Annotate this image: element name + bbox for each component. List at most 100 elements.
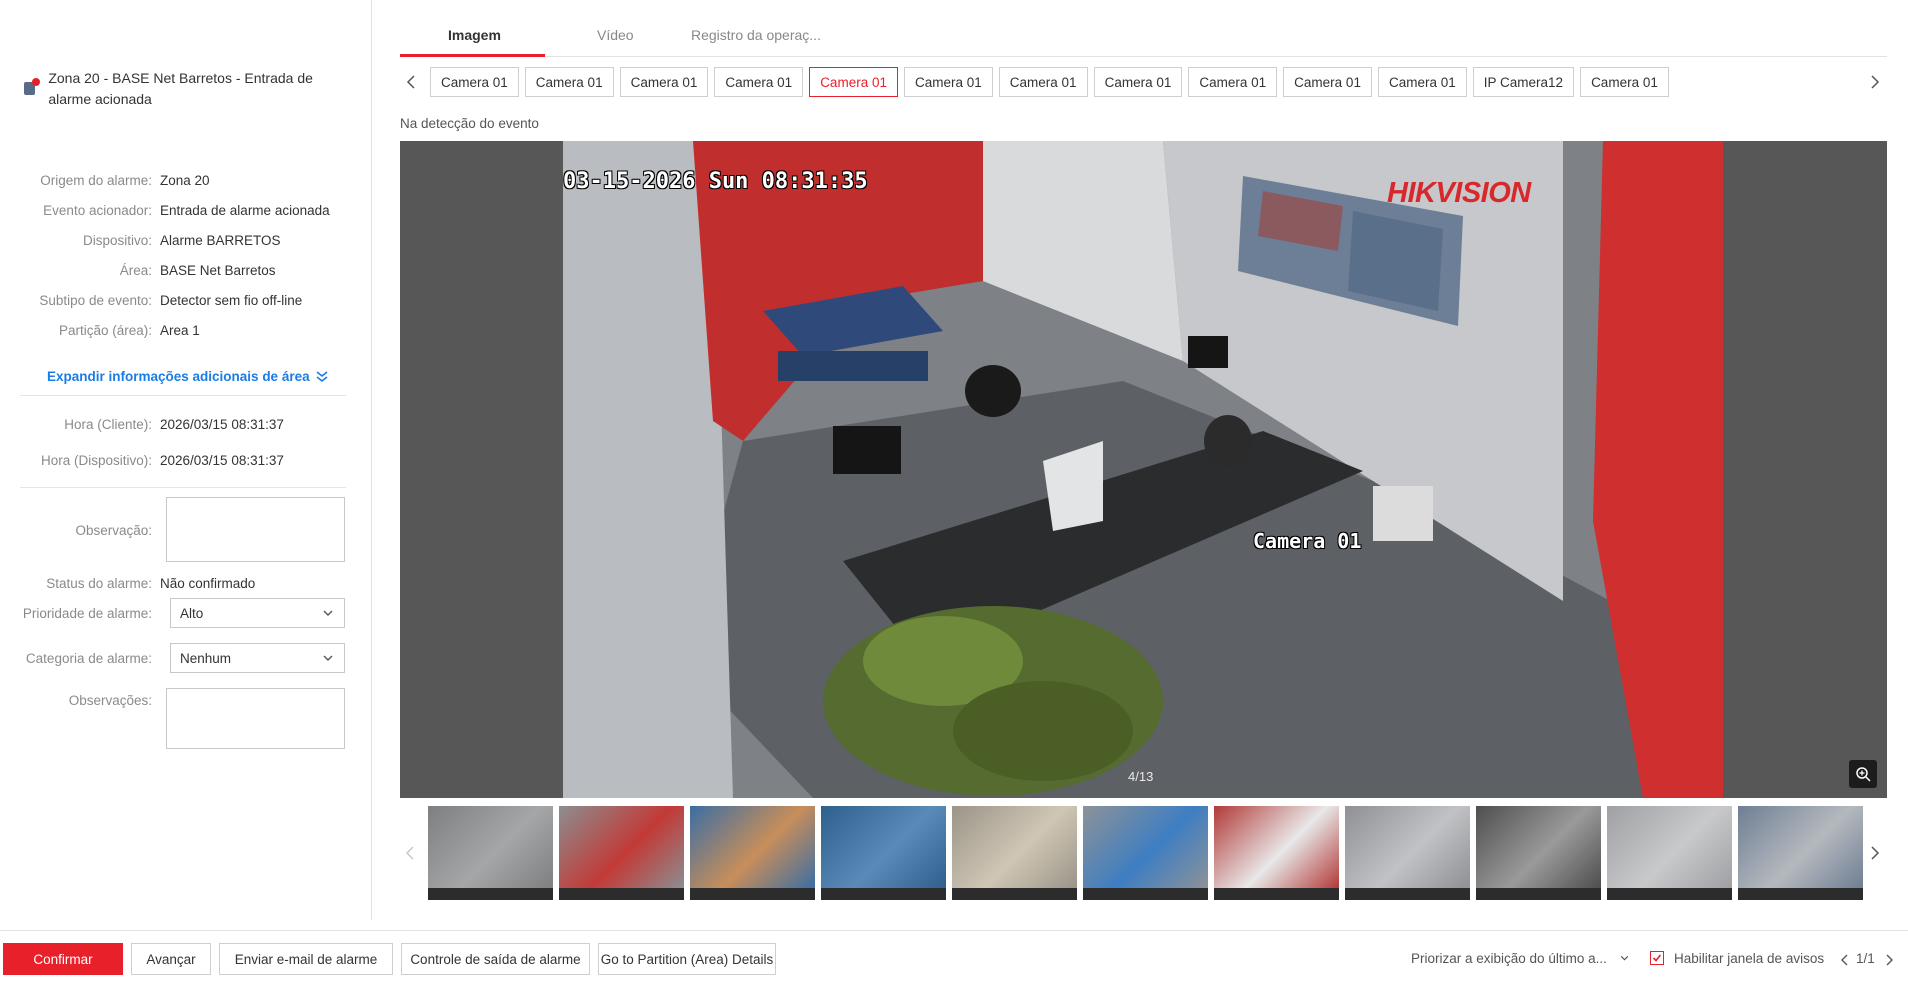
snapshot-thumbnail[interactable] (1214, 806, 1339, 900)
category-select[interactable]: Nenhum (170, 643, 345, 673)
thumbnail-image (690, 806, 815, 888)
divider (20, 487, 346, 488)
priority-display-select[interactable]: Priorizar a exibição do último a... (1411, 951, 1630, 966)
remarks-input[interactable] (166, 688, 345, 749)
go-to-partition-details-button[interactable]: Go to Partition (Area) Details (598, 943, 776, 975)
priority-label-row: Prioridade de alarme: (0, 603, 160, 623)
snapshot-thumbnail[interactable] (1738, 806, 1863, 900)
advance-button[interactable]: Avançar (131, 943, 211, 975)
detail-value: Alarme BARRETOS (160, 232, 281, 248)
thumbnail-bar (559, 888, 684, 900)
zoom-in-icon (1856, 767, 1871, 782)
send-alarm-email-button[interactable]: Enviar e-mail de alarme (219, 943, 393, 975)
snapshot-thumbnail[interactable] (428, 806, 553, 900)
detail-row-origin: Origem do alarme: Zona 20 (0, 170, 372, 190)
detail-value: BASE Net Barretos (160, 262, 276, 278)
camera-tab[interactable]: Camera 01 (430, 67, 519, 97)
camera-tab[interactable]: Camera 01 (1188, 67, 1278, 97)
chevron-down-icon (1620, 955, 1628, 961)
enable-popup-checkbox[interactable] (1650, 951, 1664, 965)
snapshot-thumbnail[interactable] (1476, 806, 1601, 900)
thumbnail-bar (952, 888, 1077, 900)
observation-label-row: Observação: (0, 520, 160, 540)
zoom-in-button[interactable] (1849, 760, 1877, 788)
detail-label: Dispositivo: (82, 232, 152, 248)
detail-value: Detector sem fio off-line (160, 292, 303, 308)
chevron-left-icon[interactable] (404, 74, 418, 90)
tab-image[interactable]: Imagem (448, 27, 501, 43)
chevron-right-icon[interactable] (1868, 74, 1882, 90)
thumbnail-bar (1476, 888, 1601, 900)
camera-tab[interactable]: Camera 01 (809, 67, 898, 97)
page-prev-icon[interactable] (1840, 954, 1850, 966)
detail-label: Evento acionador: (43, 202, 152, 218)
expand-label: Expandir informações adicionais de área (47, 369, 310, 384)
detail-row-subtype: Subtipo de evento: Detector sem fio off-… (0, 290, 372, 310)
alarm-output-control-button[interactable]: Controle de saída de alarme (401, 943, 590, 975)
snapshot-thumbnail[interactable] (559, 806, 684, 900)
detail-label: Partição (área): (58, 322, 152, 338)
camera-tab[interactable]: IP Camera12 (1472, 67, 1575, 97)
camera-tab[interactable]: Camera 01 (1093, 67, 1183, 97)
detail-value: Area 1 (160, 322, 200, 338)
thumbnail-image (1345, 806, 1470, 888)
snapshot-thumbnail[interactable] (952, 806, 1077, 900)
camera-tab[interactable]: Camera 01 (714, 67, 804, 97)
detail-row-partition: Partição (área): Area 1 (0, 320, 372, 340)
snapshot-thumbnail[interactable] (1607, 806, 1732, 900)
thumbnail-bar (821, 888, 946, 900)
thumbnail-next-icon[interactable] (1868, 845, 1882, 861)
thumbnail-prev-icon[interactable] (403, 845, 417, 861)
alarm-detail-panel: Zona 20 - BASE Net Barretos - Entrada de… (0, 0, 372, 920)
event-capture-label: Na detecção do evento (400, 116, 539, 131)
thumbnail-bar (1345, 888, 1470, 900)
osd-timestamp: 03-15-2026 Sun 08:31:35 (563, 169, 868, 194)
category-label-row: Categoria de alarme: (0, 648, 160, 668)
double-chevron-down-icon (316, 370, 328, 382)
camera-tab[interactable]: Camera 01 (1580, 67, 1669, 97)
active-tab-indicator (400, 54, 545, 57)
thumbnail-strip (428, 806, 1863, 900)
camera-tab[interactable]: Camera 01 (1377, 67, 1467, 97)
thumbnail-image (1083, 806, 1208, 888)
tab-video[interactable]: Vídeo (597, 27, 634, 43)
time-label: Hora (Cliente): (64, 416, 152, 432)
brand-logo: HIKVISION (1387, 177, 1531, 209)
status-label: Status do alarme: (46, 575, 152, 591)
camera-tab[interactable]: Camera 01 (903, 67, 993, 97)
snapshot-thumbnail[interactable] (1083, 806, 1208, 900)
camera-tab[interactable]: Camera 01 (1283, 67, 1372, 97)
thumbnail-image (1738, 806, 1863, 888)
camera-tab[interactable]: Camera 01 (998, 67, 1088, 97)
osd-camera-name: Camera 01 (1253, 529, 1362, 553)
pagination: 1/1 (1856, 951, 1875, 966)
category-value: Nenhum (180, 650, 232, 666)
priority-value: Alto (180, 605, 204, 621)
snapshot-thumbnail[interactable] (821, 806, 946, 900)
page-next-icon[interactable] (1884, 954, 1894, 966)
tab-divider (400, 56, 1887, 57)
time-value: 2026/03/15 08:31:37 (160, 416, 284, 432)
expand-area-info-link[interactable]: Expandir informações adicionais de área (47, 369, 329, 384)
detail-label: Origem do alarme: (40, 172, 152, 188)
camera-tabs: Camera 01 Camera 01 Camera 01 Camera 01 Came… (430, 67, 1669, 97)
status-row: Status do alarme: Não confirmado (0, 573, 372, 593)
action-footer: Confirmar Avançar Enviar e-mail de alarm… (0, 930, 1908, 981)
detail-label: Subtipo de evento: (39, 292, 152, 308)
observation-input[interactable] (166, 497, 345, 562)
alarm-title: Zona 20 - BASE Net Barretos - Entrada de… (48, 70, 313, 107)
time-value: 2026/03/15 08:31:37 (160, 452, 284, 468)
snapshot-thumbnail[interactable] (1345, 806, 1470, 900)
thumbnail-bar (428, 888, 553, 900)
alarm-header: Zona 20 - BASE Net Barretos - Entrada de… (22, 68, 352, 110)
thumbnail-image (428, 806, 553, 888)
camera-tab[interactable]: Camera 01 (524, 67, 614, 97)
priority-select[interactable]: Alto (170, 598, 345, 628)
thumbnail-bar (1607, 888, 1732, 900)
camera-snapshot: 03-15-2026 Sun 08:31:35 Camera 01 HIKVIS… (563, 141, 1723, 798)
tab-operation-log[interactable]: Registro da operaç... (691, 27, 821, 43)
camera-tab[interactable]: Camera 01 (619, 67, 709, 97)
snapshot-thumbnail[interactable] (690, 806, 815, 900)
confirm-button[interactable]: Confirmar (3, 943, 123, 975)
thumbnail-bar (1214, 888, 1339, 900)
